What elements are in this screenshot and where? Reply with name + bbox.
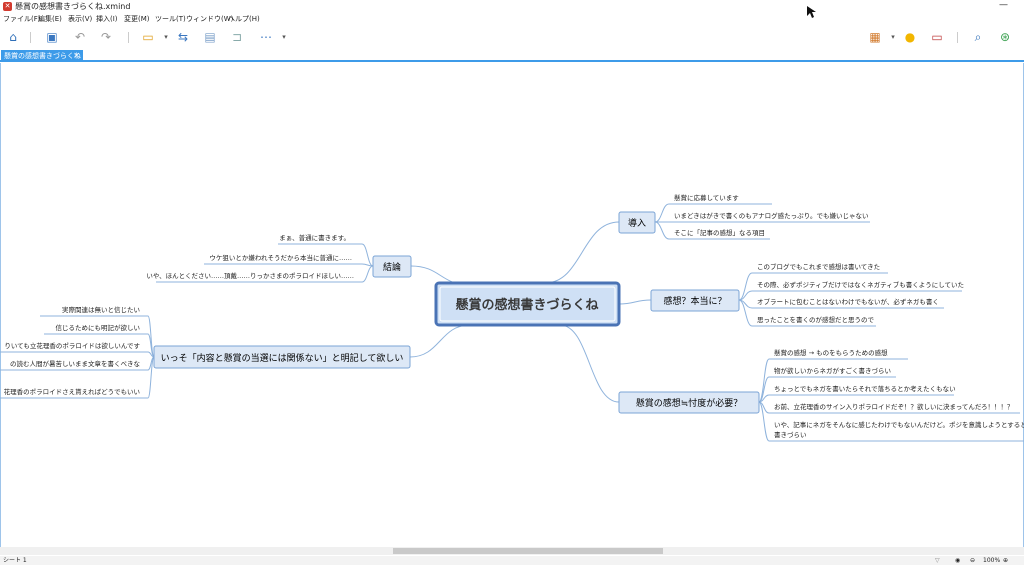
topic-intro[interactable]: 導入	[618, 211, 656, 234]
subtopic-label[interactable]: その際、必ずポジティブだけではなくネガティブも書くようにしていた	[757, 280, 964, 289]
subtopic-label[interactable]: オブラートに包むことはないわけでもないが、必ずネガも書く	[757, 297, 939, 306]
zoom-out-icon[interactable]: ⊖	[970, 556, 975, 565]
subtopic-label[interactable]: 信じるためにも明記が欲しい	[56, 323, 141, 332]
connector-honest	[618, 299, 652, 305]
zoom-level: 100%	[983, 557, 1001, 564]
topic-label: 結論	[383, 261, 401, 273]
subtopic-label[interactable]: 物が欲しいからネガがすごく書きづらい	[774, 366, 891, 375]
subtopic-label[interactable]: 書きづらい	[774, 430, 807, 439]
connector-subtopic	[147, 315, 155, 358]
subtopic-label[interactable]: 思ったことを書くのが感想だと思うので	[757, 315, 875, 324]
connector-subtopic	[361, 243, 374, 267]
topic-honest[interactable]: 感想？本当に？	[650, 289, 740, 312]
central-topic-label: 懸賞の感想書きづらくね	[455, 297, 598, 313]
horizontal-scrollbar[interactable]	[0, 547, 1024, 555]
zoom-in-icon[interactable]: ⊕	[1003, 556, 1008, 565]
sheet-tab[interactable]: シート 1	[3, 556, 27, 565]
connector-intro	[544, 221, 620, 284]
subtopic-label[interactable]: ウケ狙いとか嫌われそうだから本当に普通に……	[209, 253, 352, 262]
mindmap-svg[interactable]: 懸賞の感想書きづらくね 導入 感想？本当に？ 懸賞の感想≒忖度が必要？ 結論 い…	[0, 0, 1024, 565]
mouse-cursor-icon	[807, 6, 816, 18]
central-topic[interactable]: 懸賞の感想書きづらくね	[434, 281, 621, 327]
connector-subtopic	[654, 203, 670, 223]
connector-subtopic	[361, 265, 374, 283]
subtopic-label[interactable]: りいても立花理香のポラロイドは欲しいんです	[4, 341, 140, 350]
topic-label: 感想？本当に？	[663, 295, 726, 307]
topic-conclusion[interactable]: 結論	[372, 255, 412, 278]
topic-label: 導入	[628, 217, 646, 229]
subtopic-label[interactable]: ちょっとでもネガを書いたらそれで落ちるとか考えたくもない	[774, 384, 956, 393]
subtopic-label[interactable]: 懸賞の感想 → ものをもらうための感想	[774, 348, 888, 357]
connector-sontaku	[559, 324, 620, 403]
subtopic-label[interactable]: お前、立花理香のサイン入りポラロイドだぞ！？欲しいに決まってんだろ！！！？	[774, 402, 1014, 411]
subtopic-label[interactable]: 実際関連は無いと信じたい	[62, 305, 140, 314]
topic-sontaku[interactable]: 懸賞の感想≒忖度が必要？	[618, 391, 760, 414]
topic-label: いっそ「内容と懸賞の当選には関係ない」と明記して欲しい	[161, 352, 404, 364]
connector-subtopic	[654, 221, 670, 240]
filter-icon[interactable]: ▽	[935, 556, 940, 565]
connector-explicit	[409, 324, 471, 358]
subtopic-label[interactable]: 花理香のポラロイドさえ貰えればどうでもいい	[4, 387, 140, 396]
scrollbar-thumb[interactable]	[393, 548, 663, 554]
subtopic-label[interactable]: そこに「記事の感想」なる項目	[674, 228, 765, 237]
subtopic-label[interactable]: の読む人間が暑苦しいまま文章を書くべきな	[10, 359, 141, 368]
eye-icon[interactable]: ◉	[955, 556, 960, 565]
subtopic-label[interactable]: まぁ、普通に書きます。	[279, 233, 350, 242]
subtopic-label[interactable]: このブログでもこれまで感想は書いてきた	[757, 262, 880, 271]
subtopic-label[interactable]: いや、記事にネガをそんなに感じたわけでもないんだけど。ポジを意識しようとすると	[774, 420, 1024, 429]
subtopic-label[interactable]: いや、ほんとください……頂戴……りっかさまのポラロイドほしい……	[146, 271, 354, 280]
subtopic-label[interactable]: いまどきはがきで書くのもアナログ感たっぷり。でも嫌いじゃない	[674, 211, 869, 220]
topic-label: 懸賞の感想≒忖度が必要？	[636, 397, 743, 409]
topic-explicit[interactable]: いっそ「内容と懸賞の当選には関係ない」と明記して欲しい	[153, 345, 411, 369]
subtopic-label[interactable]: 懸賞に応募しています	[674, 193, 739, 202]
status-bar: シート 1 ▽ ◉ ⊖ 100% ⊕	[0, 556, 1024, 565]
